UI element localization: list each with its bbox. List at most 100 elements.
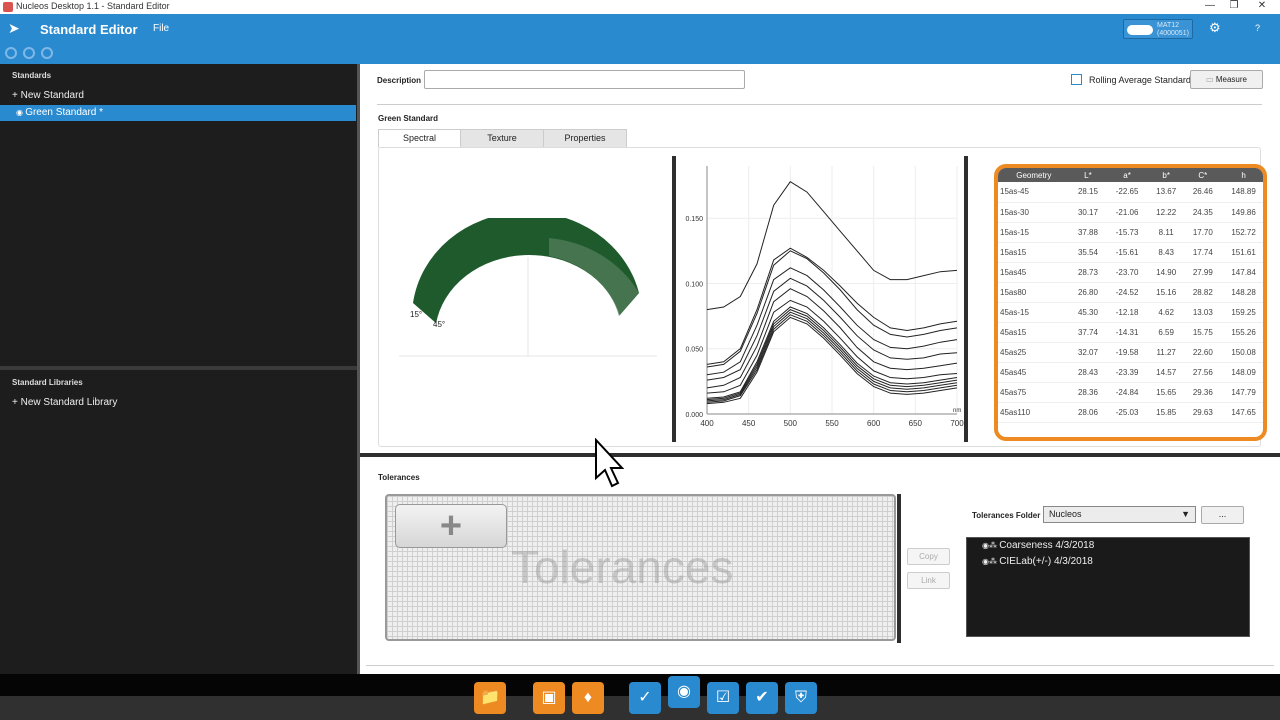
table-cell: 26.46 bbox=[1184, 182, 1222, 203]
target-alt-icon[interactable] bbox=[41, 47, 53, 59]
table-cell: 155.26 bbox=[1221, 322, 1263, 343]
table-cell: 45as-15 bbox=[998, 302, 1070, 323]
restore-button[interactable]: ❐ bbox=[1224, 0, 1244, 11]
panel-divider[interactable] bbox=[0, 366, 357, 370]
column-header[interactable]: b* bbox=[1147, 168, 1185, 182]
table-row[interactable]: 45as25 32.07 -19.58 11.27 22.60 150.08 bbox=[998, 342, 1263, 363]
x-tick-label: 400 bbox=[700, 419, 714, 428]
app-header: ➤ Standard Editor File MAT12 (4000051) ⚙… bbox=[0, 14, 1280, 44]
rolling-average-checkbox[interactable] bbox=[1071, 74, 1082, 85]
table-row[interactable]: 15as-30 30.17 -21.06 12.22 24.35 149.86 bbox=[998, 202, 1263, 223]
measure-button[interactable]: ▭ Measure bbox=[1190, 70, 1263, 89]
grid-border bbox=[897, 494, 901, 643]
spectral-chart: 400 450 500 550 600 650 700 0.000 0.050 0.100 0.15… bbox=[685, 166, 964, 428]
column-header[interactable]: Geometry bbox=[998, 168, 1070, 182]
table-cell: 17.74 bbox=[1184, 242, 1222, 263]
table-cell: 26.80 bbox=[1069, 282, 1107, 303]
measure-label: Measure bbox=[1215, 75, 1247, 84]
y-tick-label: 0.100 bbox=[685, 281, 703, 288]
table-row[interactable]: 45as45 28.43 -23.39 14.57 27.56 148.09 bbox=[998, 362, 1263, 383]
table-row[interactable]: 45as15 37.74 -14.31 6.59 15.75 155.26 bbox=[998, 322, 1263, 343]
table-cell: 37.74 bbox=[1069, 322, 1107, 343]
tolerances-list: ◉⁂ Coarseness 4/3/2018 ◉⁂ CIELab(+/-) 4/… bbox=[966, 537, 1250, 637]
new-standard-item[interactable]: + New Standard bbox=[12, 90, 84, 101]
help-button[interactable]: ? bbox=[1255, 23, 1260, 33]
table-cell: 151.61 bbox=[1221, 242, 1263, 263]
list-item[interactable]: ◉⁂ Coarseness 4/3/2018 bbox=[982, 540, 1094, 551]
table-row[interactable]: 15as15 35.54 -15.61 8.43 17.74 151.61 bbox=[998, 242, 1263, 263]
chart-right-border bbox=[964, 156, 968, 442]
add-tolerance-button[interactable]: + bbox=[395, 504, 507, 548]
column-header[interactable]: h bbox=[1221, 168, 1263, 182]
browse-button[interactable]: ... bbox=[1201, 506, 1244, 524]
gauge-label-45: 45° bbox=[433, 320, 445, 329]
table-cell: 11.27 bbox=[1147, 342, 1185, 363]
table-cell: 8.43 bbox=[1147, 242, 1185, 263]
link-button[interactable]: Link bbox=[907, 572, 950, 589]
table-cell: 13.03 bbox=[1184, 302, 1222, 323]
tab-texture[interactable]: Texture bbox=[460, 129, 544, 148]
horizontal-splitter[interactable] bbox=[360, 453, 1280, 457]
list-item[interactable]: ◉⁂ CIELab(+/-) 4/3/2018 bbox=[982, 556, 1093, 567]
standards-header: Standards bbox=[12, 71, 52, 80]
table-cell: -21.06 bbox=[1106, 202, 1148, 223]
standard-name: Green Standard bbox=[378, 114, 439, 123]
new-library-item[interactable]: + New Standard Library bbox=[12, 397, 117, 408]
mouse-cursor-icon bbox=[595, 438, 624, 488]
measure-icon[interactable]: ◉ bbox=[668, 676, 700, 708]
window-title: Nucleos Desktop 1.1 - Standard Editor bbox=[16, 1, 170, 11]
table-body: 15as-45 28.15 -22.65 13.67 26.46 148.89 15as-3… bbox=[998, 182, 1263, 423]
table-row[interactable]: 45as-15 45.30 -12.18 4.62 13.03 159.25 bbox=[998, 302, 1263, 323]
table-row[interactable]: 15as80 26.80 -24.52 15.16 28.82 148.28 bbox=[998, 282, 1263, 303]
rolling-average-label: Rolling Average Standard bbox=[1089, 75, 1191, 85]
package-icon[interactable]: ▣ bbox=[533, 682, 565, 714]
table-cell: 24.35 bbox=[1184, 202, 1222, 223]
column-header[interactable]: C* bbox=[1184, 168, 1222, 182]
table-cell: 28.15 bbox=[1069, 182, 1107, 203]
column-header[interactable]: a* bbox=[1106, 168, 1148, 182]
table-cell: 147.79 bbox=[1221, 382, 1263, 403]
measurements-table: Geometry L* a* b* C* h 15as-45 28.15 -22.65 13.6… bbox=[998, 168, 1263, 423]
tab-properties[interactable]: Properties bbox=[543, 129, 627, 148]
table-row[interactable]: 45as75 28.36 -24.84 15.65 29.36 147.79 bbox=[998, 382, 1263, 403]
verify-icon[interactable]: ✓ bbox=[629, 682, 661, 714]
standard-item-green[interactable]: ◉ Green Standard * bbox=[16, 107, 103, 118]
description-input[interactable] bbox=[424, 70, 745, 89]
table-cell: 45.30 bbox=[1069, 302, 1107, 323]
tolerance-item-label: CIELab(+/-) 4/3/2018 bbox=[999, 556, 1093, 567]
table-cell: 15.65 bbox=[1147, 382, 1185, 403]
tolerances-folder-select[interactable]: Nucleos ▼ bbox=[1043, 506, 1196, 523]
close-button[interactable]: ✕ bbox=[1252, 0, 1272, 11]
table-cell: 147.84 bbox=[1221, 262, 1263, 283]
table-row[interactable]: 15as-15 37.88 -15.73 8.11 17.70 152.72 bbox=[998, 222, 1263, 243]
target-icon[interactable] bbox=[5, 47, 17, 59]
table-cell: 28.43 bbox=[1069, 362, 1107, 383]
table-row[interactable]: 15as45 28.73 -23.70 14.90 27.99 147.84 bbox=[998, 262, 1263, 283]
table-row[interactable]: 15as-45 28.15 -22.65 13.67 26.46 148.89 bbox=[998, 182, 1263, 203]
device-name: MAT12 bbox=[1157, 22, 1180, 29]
column-header[interactable]: L* bbox=[1069, 168, 1107, 182]
copy-button[interactable]: Copy bbox=[907, 548, 950, 565]
table-row[interactable]: 45as110 28.06 -25.03 15.85 29.63 147.65 bbox=[998, 402, 1263, 423]
table-cell: -12.18 bbox=[1106, 302, 1148, 323]
table-cell: 27.56 bbox=[1184, 362, 1222, 383]
tab-spectral[interactable]: Spectral bbox=[378, 129, 461, 148]
check-icon[interactable]: ✔ bbox=[746, 682, 778, 714]
device-status[interactable]: MAT12 (4000051) bbox=[1123, 19, 1193, 39]
file-menu[interactable]: File bbox=[153, 23, 169, 34]
gear-icon[interactable]: ⚙ bbox=[1209, 20, 1221, 36]
table-cell: 27.99 bbox=[1184, 262, 1222, 283]
target-plus-icon[interactable] bbox=[23, 47, 35, 59]
folder-icon[interactable]: 📁 bbox=[474, 682, 506, 714]
minimize-button[interactable]: — bbox=[1200, 0, 1220, 11]
table-cell: 17.70 bbox=[1184, 222, 1222, 243]
tag-icon[interactable]: ♦ bbox=[572, 682, 604, 714]
tolerances-grid[interactable]: + Tolerances bbox=[385, 494, 896, 641]
table-cell: 8.11 bbox=[1147, 222, 1185, 243]
sign-out-icon[interactable]: ➤ bbox=[8, 20, 20, 37]
x-tick-label: 450 bbox=[742, 419, 756, 428]
table-cell: -24.52 bbox=[1106, 282, 1148, 303]
instrument-icon bbox=[1127, 25, 1153, 35]
check-box-icon[interactable]: ☑ bbox=[707, 682, 739, 714]
shield-check-icon[interactable]: ⛨ bbox=[785, 682, 817, 714]
